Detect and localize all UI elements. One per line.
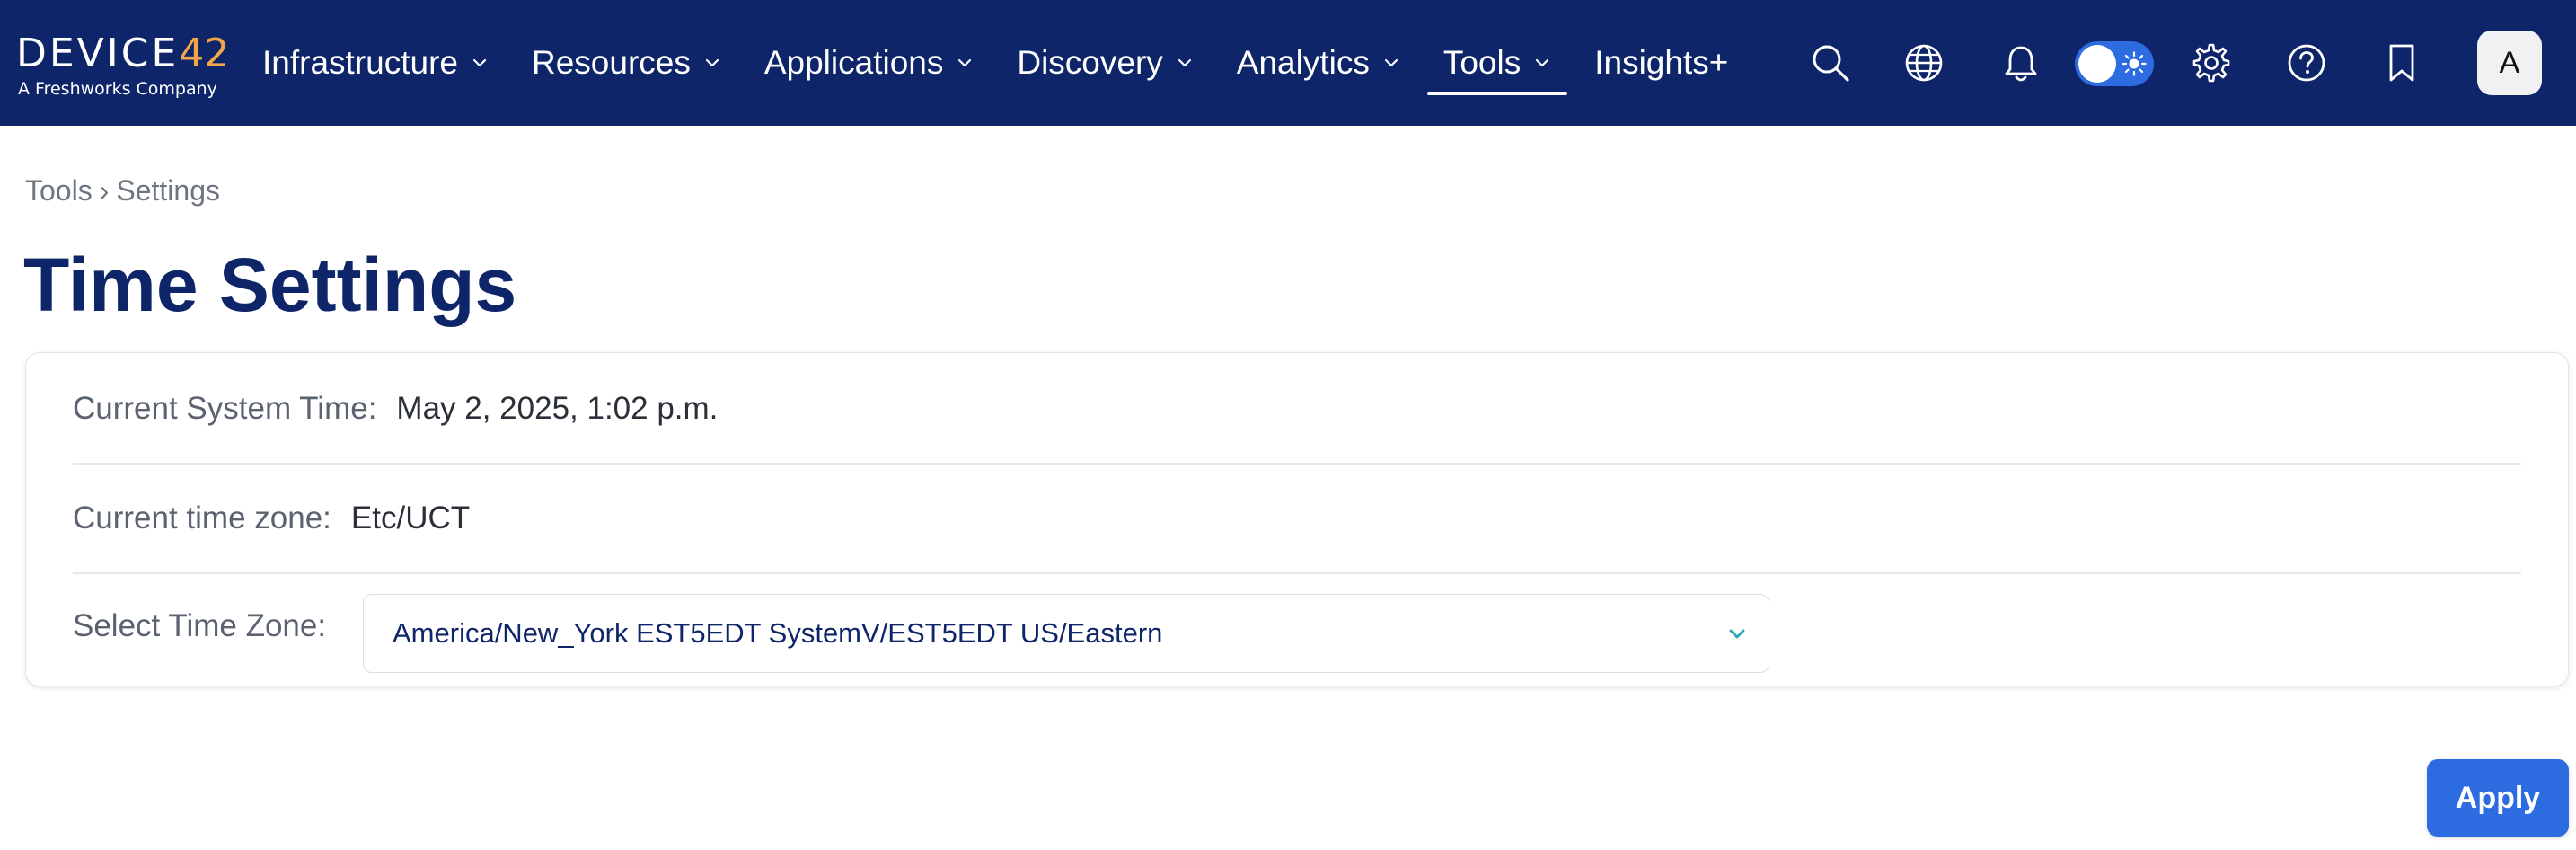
nav-item-label: Infrastructure (262, 44, 458, 81)
time-zone-row: Current time zone: Etc/UCT (73, 474, 2521, 563)
nav-item-label: Applications (763, 44, 944, 81)
row-divider (73, 463, 2521, 465)
breadcrumb-separator: › (99, 174, 110, 207)
nav-item-discovery[interactable]: Discovery (1017, 0, 1193, 126)
nav-item-label: Insights+ (1594, 44, 1729, 81)
chevron-down-icon (958, 58, 972, 67)
toggle-knob (2078, 45, 2116, 83)
nav-item-label: Discovery (1017, 44, 1163, 81)
time-zone-label: Current time zone: (73, 500, 331, 536)
bell-icon[interactable] (1998, 40, 2044, 86)
chevron-down-icon (1536, 58, 1549, 67)
nav-item-infrastructure[interactable]: Infrastructure (262, 0, 489, 126)
breadcrumb-tools-link[interactable]: Tools (25, 174, 93, 207)
logo-wordmark: DEVICE42 (16, 32, 229, 75)
theme-toggle[interactable] (2075, 41, 2154, 86)
chevron-down-icon (1178, 58, 1191, 67)
nav-item-tools[interactable]: Tools (1426, 0, 1568, 126)
time-settings-card: Current System Time: May 2, 2025, 1:02 p… (25, 352, 2569, 686)
nav-item-applications[interactable]: Applications (764, 0, 975, 126)
time-zone-select-value: America/New_York EST5EDT SystemV/EST5EDT… (393, 617, 1163, 649)
system-time-label: Current System Time: (73, 391, 377, 426)
row-divider (73, 572, 2521, 574)
chevron-down-icon (472, 58, 487, 67)
chevron-down-icon (1729, 629, 1745, 639)
time-zone-select[interactable]: America/New_York EST5EDT SystemV/EST5EDT… (363, 594, 1769, 673)
device42-logo[interactable]: DEVICE42 A Freshworks Company (16, 32, 232, 104)
bookmark-icon[interactable] (2378, 40, 2425, 86)
select-time-zone-label: Select Time Zone: (73, 608, 327, 643)
page-title: Time Settings (23, 243, 517, 327)
chevron-down-icon (1384, 58, 1398, 67)
breadcrumb-current: Settings (116, 174, 220, 207)
chevron-down-icon (705, 58, 719, 67)
breadcrumb: Tools › Settings (25, 174, 220, 208)
logo-number: 42 (179, 31, 230, 76)
nav-item-resources[interactable]: Resources (532, 0, 721, 126)
system-time-value: May 2, 2025, 1:02 p.m. (396, 391, 719, 426)
main-nav: Infrastructure Resources Applications Di… (262, 0, 1771, 126)
system-time-row: Current System Time: May 2, 2025, 1:02 p… (73, 364, 2521, 454)
nav-item-label: Analytics (1236, 44, 1370, 81)
top-navbar: DEVICE42 A Freshworks Company Infrastruc… (0, 0, 2576, 126)
logo-tagline: A Freshworks Company (18, 79, 217, 99)
gear-icon[interactable] (2188, 40, 2235, 86)
search-icon[interactable] (1807, 40, 1854, 86)
help-icon[interactable] (2283, 40, 2330, 86)
nav-item-analytics[interactable]: Analytics (1237, 0, 1400, 126)
apply-button[interactable]: Apply (2427, 759, 2569, 837)
logo-text: DEVICE (16, 31, 180, 76)
globe-icon[interactable] (1901, 40, 1947, 86)
time-zone-value: Etc/UCT (350, 500, 471, 536)
nav-item-insights[interactable]: Insights+ (1594, 0, 1728, 126)
user-avatar[interactable]: A (2477, 31, 2542, 95)
sun-icon (2122, 51, 2147, 76)
nav-item-label: Tools (1442, 44, 1522, 81)
nav-item-label: Resources (531, 44, 691, 81)
